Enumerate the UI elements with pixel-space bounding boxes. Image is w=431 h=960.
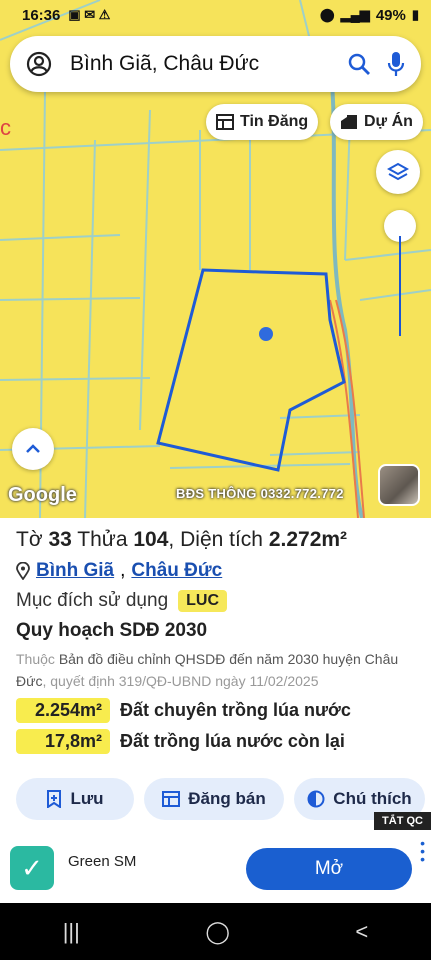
battery-icon: ▮: [411, 7, 419, 22]
note-prefix: Thuộc: [16, 651, 55, 667]
post-listing-label: Đăng bán: [188, 789, 266, 808]
recent-apps-icon[interactable]: |||: [63, 919, 80, 945]
listing-icon: [216, 114, 234, 130]
plan-title: Quy hoạch SDĐ 2030: [16, 620, 208, 641]
listing-icon: [162, 791, 181, 807]
ad-open-button[interactable]: Mở: [246, 848, 412, 890]
commune-link[interactable]: Bình Giã: [36, 560, 114, 582]
notification-icons: ▣ ✉ ⚠: [68, 7, 111, 22]
save-button[interactable]: Lưu: [16, 778, 134, 820]
opacity-slider-track[interactable]: [399, 236, 401, 336]
system-nav-bar: ||| ◯ <: [0, 903, 431, 960]
status-bar: 16:36 ▣ ✉ ⚠ ⬤ ▂▄▆ 49% ▮: [0, 0, 431, 30]
hide-ad-button[interactable]: TẮT QC: [374, 812, 431, 830]
action-bar: Lưu Đăng bán Chú thích: [16, 778, 425, 820]
search-icon[interactable]: [347, 52, 371, 76]
building-icon: [341, 115, 357, 129]
area-value: 2.272m²: [268, 528, 348, 551]
sheet-label: Tờ: [16, 528, 43, 551]
ad-brand-name: Green SM: [68, 853, 137, 870]
battery-percent: 49%: [375, 6, 406, 24]
bookmark-add-icon: [47, 790, 62, 808]
area-breakdown-row: 17,8m² Đất trồng lúa nước còn lại: [16, 729, 415, 754]
location-row: Bình Giã, Châu Đức: [16, 560, 415, 582]
plan-decision: , quyết định 319/QĐ-UBND ngày 11/02/2025: [42, 673, 319, 689]
sheet-number: 33: [48, 528, 72, 551]
area-breakdown-row: 2.254m² Đất chuyên trồng lúa nước: [16, 698, 415, 723]
location-icon: ⬤: [320, 7, 335, 22]
area-amount-badge: 17,8m²: [16, 729, 110, 754]
area-land-type: Đất trồng lúa nước còn lại: [120, 731, 345, 751]
district-link[interactable]: Châu Đức: [131, 560, 222, 582]
search-input[interactable]: Bình Giã, Châu Đức: [70, 52, 347, 76]
account-icon[interactable]: [26, 51, 52, 77]
layers-button[interactable]: [376, 150, 420, 194]
plan-note: Thuộc Bản đồ điều chỉnh QHSDĐ đến năm 20…: [16, 648, 415, 692]
contrast-icon: [307, 790, 325, 808]
svg-text:c: c: [0, 115, 11, 140]
ad-options-icon[interactable]: • • •: [420, 836, 425, 866]
parcel-header: Tờ 33 Thửa 104, Diện tích 2.272m²: [16, 528, 348, 551]
listing-chip-label: Tin Đăng: [240, 113, 309, 130]
ad-banner[interactable]: ✓ Green SM Mở • • •: [0, 833, 431, 903]
purpose-row: Mục đích sử dụng LUC: [16, 590, 415, 612]
area-land-type: Đất chuyên trồng lúa nước: [120, 700, 351, 720]
purpose-code-badge: LUC: [178, 590, 228, 612]
parcel-info-panel: Tờ 33 Thửa 104, Diện tích 2.272m² Bình G…: [0, 518, 431, 833]
plot-label: Thửa: [77, 528, 128, 551]
street-view-thumbnail[interactable]: [378, 464, 420, 506]
google-logo: Google: [8, 484, 77, 506]
chevron-up-icon: [26, 444, 40, 453]
home-icon[interactable]: ◯: [205, 919, 230, 945]
signal-icon: ▂▄▆: [340, 7, 370, 22]
back-icon[interactable]: <: [355, 919, 368, 945]
watermark-text: BĐS THÔNG 0332.772.772: [176, 486, 344, 501]
plot-number: 104: [133, 528, 169, 551]
layers-icon: [387, 162, 409, 181]
project-chip-label: Dự Án: [364, 113, 413, 130]
map-pin-icon: [16, 562, 30, 580]
area-amount-badge: 2.254m²: [16, 698, 110, 723]
green-sm-logo: ✓: [10, 846, 54, 890]
post-listing-button[interactable]: Đăng bán: [144, 778, 284, 820]
search-bar[interactable]: Bình Giã, Châu Đức: [10, 36, 421, 92]
listing-chip[interactable]: Tin Đăng: [206, 104, 319, 140]
save-label: Lưu: [70, 789, 104, 808]
project-chip[interactable]: Dự Án: [330, 104, 423, 140]
expand-panel-button[interactable]: [12, 428, 54, 470]
location-separator: ,: [120, 560, 126, 581]
status-time: 16:36: [22, 6, 61, 24]
microphone-icon[interactable]: [387, 51, 405, 77]
legend-label: Chú thích: [333, 789, 412, 808]
purpose-label: Mục đích sử dụng: [16, 590, 169, 611]
area-label: Diện tích: [180, 528, 263, 551]
